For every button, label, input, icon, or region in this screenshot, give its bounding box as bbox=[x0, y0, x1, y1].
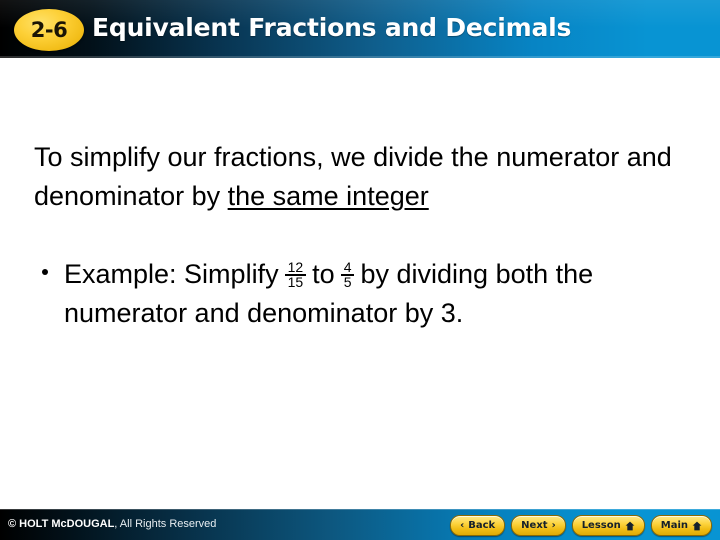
copyright-notice: © HOLT McDOUGAL, All Rights Reserved bbox=[8, 517, 216, 531]
example-bullet-item: Example: Simplify 12 15 to 4 5 by dividing bot… bbox=[40, 255, 690, 333]
intro-paragraph: To simplify our fractions, we divide the… bbox=[34, 138, 674, 216]
slide-header: 2-6 Equivalent Fractions and Decimals bbox=[0, 0, 720, 58]
chevron-left-icon: ‹ bbox=[460, 519, 465, 531]
intro-paragraph-emphasis: the same integer bbox=[227, 181, 429, 211]
fraction-twelve-fifteenths: 12 15 bbox=[284, 260, 307, 290]
lesson-number-label: 2-6 bbox=[30, 17, 68, 42]
example-text-part-1: Example: Simplify bbox=[64, 259, 279, 289]
back-button[interactable]: ‹ Back bbox=[450, 515, 506, 536]
chevron-right-icon: › bbox=[551, 519, 556, 531]
main-button[interactable]: Main bbox=[650, 515, 712, 536]
footer-divider bbox=[0, 509, 720, 510]
home-icon bbox=[625, 521, 635, 531]
next-button-label: Next bbox=[521, 520, 548, 531]
lesson-button-label: Lesson bbox=[581, 520, 621, 531]
bullet-point-icon bbox=[42, 269, 48, 275]
slide-footer: © HOLT McDOUGAL, All Rights Reserved ‹ B… bbox=[0, 509, 720, 540]
home-icon bbox=[692, 521, 702, 531]
example-text-part-2: to bbox=[312, 259, 335, 289]
next-button[interactable]: Next › bbox=[511, 515, 566, 536]
fraction-denominator: 15 bbox=[287, 273, 304, 290]
fraction-denominator: 5 bbox=[343, 273, 352, 290]
slide-root: 2-6 Equivalent Fractions and Decimals To… bbox=[0, 0, 720, 540]
page-title: Equivalent Fractions and Decimals bbox=[92, 13, 572, 42]
copyright-rights: , All Rights Reserved bbox=[114, 518, 217, 530]
fraction-four-fifths: 45 bbox=[340, 260, 355, 290]
example-bullet-text: Example: Simplify 12 15 to 4 5 by dividing bot… bbox=[64, 255, 690, 333]
footer-navigation: ‹ Back Next › Lesson Main bbox=[450, 515, 712, 536]
lesson-number-badge: 2-6 bbox=[14, 9, 84, 51]
main-button-label: Main bbox=[660, 520, 688, 531]
slide-body: To simplify our fractions, we divide the… bbox=[0, 58, 720, 509]
lesson-button[interactable]: Lesson bbox=[571, 515, 645, 536]
copyright-brand: © HOLT McDOUGAL bbox=[8, 518, 115, 530]
back-button-label: Back bbox=[468, 520, 496, 531]
